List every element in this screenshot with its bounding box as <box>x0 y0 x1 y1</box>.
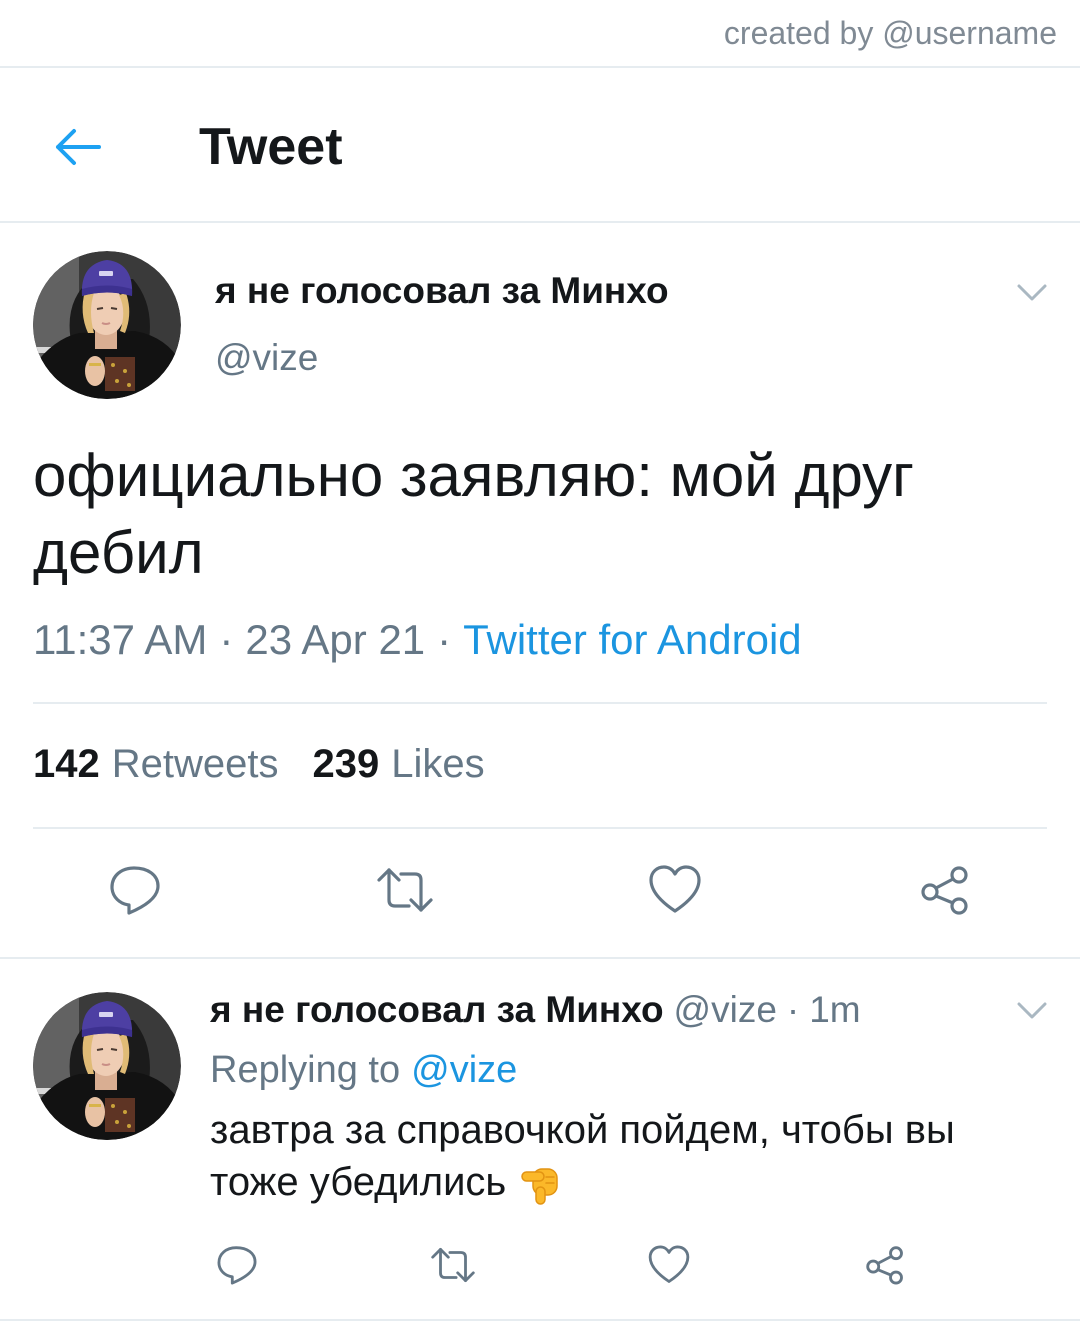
tweet-date: 23 Apr 21 <box>245 616 426 663</box>
back-arrow-icon <box>56 129 101 165</box>
author-handle[interactable]: @vize <box>674 989 777 1030</box>
divider <box>33 827 1047 829</box>
author-name[interactable]: я не голосовал за Минхо <box>215 269 669 313</box>
share-button[interactable] <box>917 862 973 918</box>
avatar[interactable] <box>33 251 181 399</box>
divider <box>33 702 1047 704</box>
reply-text-line: завтра за справочкой пойдем, чтобы вы <box>210 1108 955 1152</box>
like-icon <box>648 1245 690 1283</box>
likes-stat[interactable]: 239 Likes <box>313 742 485 786</box>
reply-author-line: я не голосовал за Минхо @vize · 1m <box>210 988 861 1032</box>
share-icon <box>866 1246 903 1285</box>
retweet-icon <box>431 1247 475 1283</box>
retweets-count: 142 <box>33 742 100 786</box>
chevron-down-icon <box>1017 284 1047 301</box>
replying-to-handle[interactable]: @vize <box>411 1049 517 1091</box>
tweet-detail-screen: created by @username Tweet я не голосова… <box>0 0 1080 1338</box>
reply-icon <box>110 866 160 915</box>
reply-text-line-wrap: тоже убедились <box>210 1156 955 1208</box>
likes-count: 239 <box>312 742 380 786</box>
divider <box>0 221 1080 223</box>
avatar-image <box>33 251 181 399</box>
tweet-menu-button[interactable] <box>1016 283 1048 303</box>
chevron-down-icon <box>1017 1002 1047 1019</box>
reply-text-line: тоже убедились <box>210 1160 507 1204</box>
back-button[interactable] <box>53 127 103 167</box>
divider <box>0 66 1080 68</box>
retweet-button[interactable] <box>428 1243 478 1287</box>
replying-to: Replying to @vize <box>210 1047 517 1093</box>
author-handle[interactable]: @vize <box>215 336 318 380</box>
avatar-image <box>33 992 181 1140</box>
tweet-age: 1m <box>809 989 861 1030</box>
meta-separator: · <box>219 616 234 663</box>
like-button[interactable] <box>647 862 703 918</box>
retweet-icon <box>377 868 433 912</box>
hand-emoji-icon <box>520 1161 560 1207</box>
retweets-label: Retweets <box>111 742 279 786</box>
reply-icon <box>217 1246 257 1285</box>
like-button[interactable] <box>647 1243 691 1287</box>
author-name[interactable]: я не голосовал за Минхо <box>210 989 664 1030</box>
tweet-text-line: официально заявляю: мой друг <box>33 442 915 509</box>
retweets-stat[interactable]: 142 Retweets <box>33 742 279 786</box>
tweet-meta: 11:37 AM · 23 Apr 21 · Twitter for Android <box>33 615 802 665</box>
share-icon <box>921 866 968 915</box>
retweet-button[interactable] <box>373 862 437 918</box>
reply-button[interactable] <box>215 1243 259 1287</box>
meta-separator: · <box>786 989 800 1030</box>
tweet-stats: 142 Retweets 239 Likes <box>33 740 485 788</box>
tweet-time: 11:37 AM <box>33 616 208 663</box>
replying-to-label: Replying to <box>210 1049 401 1091</box>
share-button[interactable] <box>863 1243 907 1287</box>
watermark-text: created by @username <box>723 15 1057 51</box>
avatar[interactable] <box>33 992 181 1140</box>
divider <box>0 1319 1080 1321</box>
divider <box>0 957 1080 959</box>
tweet-text: официально заявляю: мой друг дебил <box>33 437 914 591</box>
reply-button[interactable] <box>107 862 163 918</box>
meta-separator: · <box>437 616 452 663</box>
like-icon <box>649 865 701 913</box>
reply-text: завтра за справочкой пойдем, чтобы вы то… <box>210 1104 955 1208</box>
page-title: Tweet <box>199 118 343 176</box>
likes-label: Likes <box>391 742 485 786</box>
tweet-text-line: дебил <box>33 519 204 586</box>
tweet-menu-button[interactable] <box>1016 1001 1048 1021</box>
tweet-source-link[interactable]: Twitter for Android <box>463 616 801 663</box>
